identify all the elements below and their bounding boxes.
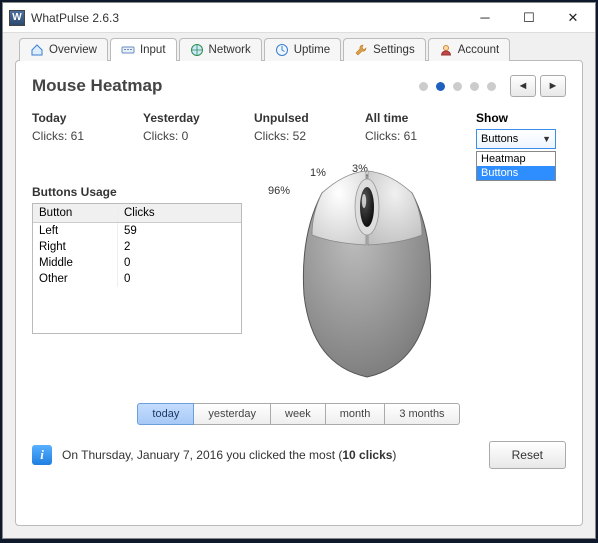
show-option-buttons[interactable]: Buttons (477, 166, 555, 180)
table-row[interactable]: Other 0 (33, 271, 241, 287)
mouse-diagram: 96% 1% 3% (252, 185, 566, 385)
globe-icon (190, 43, 204, 57)
show-dropdown: Heatmap Buttons (476, 151, 556, 181)
range-3months[interactable]: 3 months (384, 403, 459, 425)
table-row[interactable]: Middle 0 (33, 255, 241, 271)
next-button[interactable]: ► (540, 75, 566, 97)
cell-button: Right (33, 239, 118, 255)
mouse-icon (282, 165, 452, 385)
col-clicks[interactable]: Clicks (118, 204, 241, 222)
stat-unpulsed-value: Clicks: 52 (254, 129, 365, 143)
dot-0[interactable] (419, 82, 428, 91)
main-panel: Mouse Heatmap ◄ ► Today Clicks: 61 (15, 60, 583, 526)
tab-network[interactable]: Network (179, 38, 262, 61)
show-label: Show (476, 111, 566, 125)
window-title: WhatPulse 2.6.3 (31, 11, 463, 25)
cell-button: Other (33, 271, 118, 287)
page-title: Mouse Heatmap (32, 76, 419, 96)
cell-button: Middle (33, 255, 118, 271)
app-window: W WhatPulse 2.6.3 ─ ☐ ✕ Overview Input (2, 2, 596, 539)
info-post: ) (392, 448, 396, 462)
stat-unpulsed-label: Unpulsed (254, 111, 365, 125)
tab-account[interactable]: Account (428, 38, 511, 61)
clock-icon (275, 43, 289, 57)
prev-button[interactable]: ◄ (510, 75, 536, 97)
app-icon: W (9, 10, 25, 26)
dot-2[interactable] (453, 82, 462, 91)
tab-label: Settings (373, 44, 415, 56)
show-selected: Buttons (481, 133, 518, 145)
show-combobox[interactable]: Buttons ▼ (476, 129, 556, 149)
titlebar: W WhatPulse 2.6.3 ─ ☐ ✕ (3, 3, 595, 33)
chevron-down-icon: ▼ (542, 134, 551, 144)
table-row[interactable]: Left 59 (33, 223, 241, 239)
reset-button[interactable]: Reset (489, 441, 566, 469)
stat-alltime-label: All time (365, 111, 476, 125)
tab-input[interactable]: Input (110, 38, 177, 61)
page-dots[interactable] (419, 82, 496, 91)
info-pre: On Thursday, January 7, 2016 you clicked… (62, 448, 342, 462)
range-today[interactable]: today (137, 403, 194, 425)
cell-clicks: 59 (118, 223, 241, 239)
stat-yesterday-label: Yesterday (143, 111, 254, 125)
range-week[interactable]: week (270, 403, 326, 425)
cell-clicks: 0 (118, 255, 241, 271)
tab-label: Network (209, 44, 251, 56)
dot-1[interactable] (436, 82, 445, 91)
info-icon: i (32, 445, 52, 465)
stat-alltime-value: Clicks: 61 (365, 129, 476, 143)
tab-label: Input (140, 44, 166, 56)
show-option-heatmap[interactable]: Heatmap (477, 152, 555, 166)
tab-label: Uptime (294, 44, 330, 56)
home-icon (30, 43, 44, 57)
info-text: On Thursday, January 7, 2016 you clicked… (62, 448, 479, 462)
tab-bar: Overview Input Network Uptime (15, 37, 583, 60)
dot-4[interactable] (487, 82, 496, 91)
wrench-icon (354, 43, 368, 57)
stat-yesterday-value: Clicks: 0 (143, 129, 254, 143)
range-month[interactable]: month (325, 403, 386, 425)
cell-clicks: 0 (118, 271, 241, 287)
usage-table: Button Clicks Left 59 Right 2 Middle (32, 203, 242, 334)
table-row[interactable]: Right 2 (33, 239, 241, 255)
tab-label: Overview (49, 44, 97, 56)
tab-label: Account (458, 44, 500, 56)
tab-uptime[interactable]: Uptime (264, 38, 341, 61)
user-icon (439, 43, 453, 57)
stat-today-label: Today (32, 111, 143, 125)
range-yesterday[interactable]: yesterday (193, 403, 271, 425)
cell-button: Left (33, 223, 118, 239)
tab-overview[interactable]: Overview (19, 38, 108, 61)
info-bold: 10 clicks (342, 448, 392, 462)
tab-settings[interactable]: Settings (343, 38, 426, 61)
minimize-button[interactable]: ─ (463, 4, 507, 32)
col-button[interactable]: Button (33, 204, 118, 222)
stat-today-value: Clicks: 61 (32, 129, 143, 143)
cell-clicks: 2 (118, 239, 241, 255)
dot-3[interactable] (470, 82, 479, 91)
maximize-button[interactable]: ☐ (507, 4, 551, 32)
client-area: Overview Input Network Uptime (3, 33, 595, 538)
usage-title: Buttons Usage (32, 185, 242, 199)
keyboard-icon (121, 43, 135, 57)
close-button[interactable]: ✕ (551, 4, 595, 32)
time-range-bar: today yesterday week month 3 months (32, 403, 566, 425)
